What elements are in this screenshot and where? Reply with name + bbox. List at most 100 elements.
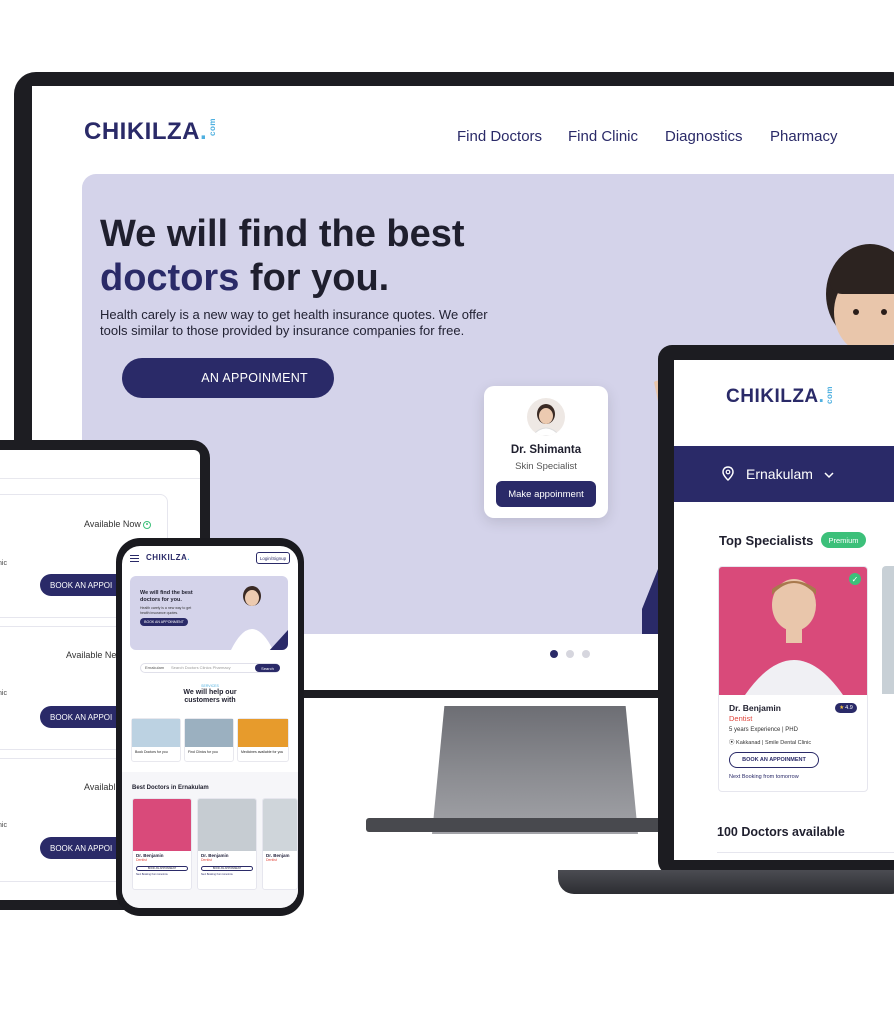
location-pin-icon <box>722 466 734 481</box>
clinic-text-fragment: nic <box>0 560 7 567</box>
hero-title-line1: We will find the best <box>100 213 465 255</box>
phone-search-bar[interactable]: Ernakulam Search Doctors Clinics Pharmac… <box>140 663 280 673</box>
premium-badge: Premium <box>821 532 866 548</box>
specialist-location: ⦿ Kakkanad | Smile Dental Clinic <box>729 738 811 746</box>
phone-doctor-card[interactable]: Dr. Benjamin Dentist BOOK AN APPOINMENT … <box>197 798 257 890</box>
carousel-dots <box>550 650 594 660</box>
verified-check-icon: ✓ <box>849 573 861 585</box>
laptop-screen: CHIKILZA.com Ernakulam Top Specialists P… <box>674 360 894 860</box>
logo-text: CHIKILZA <box>84 118 200 145</box>
specialist-experience: 5 years Experience | PHD <box>729 727 798 733</box>
hero-description: Health carely is a new way to get health… <box>100 307 488 338</box>
doctor-avatar-icon <box>531 404 561 436</box>
service-card[interactable]: Book Doctors for you <box>131 718 181 762</box>
specialist-role: Dentist <box>729 714 753 723</box>
nav-diagnostics[interactable]: Diagnostics <box>665 128 743 145</box>
laptop-logo[interactable]: CHIKILZA.com <box>726 386 834 408</box>
service-image <box>132 719 180 747</box>
nav-find-clinic[interactable]: Find Clinic <box>568 128 638 145</box>
doctor-card-specialty: Skin Specialist <box>515 461 577 472</box>
make-appointment-button[interactable]: Make appoinment <box>496 481 596 507</box>
phone-search-input[interactable]: Search Doctors Clinics Pharmacy <box>171 665 231 670</box>
phone-doctor-card[interactable]: Dr. Benjam Dentist <box>262 798 298 890</box>
doctor-name: Dr. Benjamin <box>201 853 229 858</box>
login-signup-button[interactable]: Login/Signup <box>256 552 290 564</box>
location-bar[interactable]: Ernakulam <box>674 446 894 502</box>
logo-dot: . <box>187 553 191 562</box>
logo-dot: . <box>199 118 208 145</box>
hero-title-rest: for you. <box>239 257 390 299</box>
star-icon: ★ <box>839 705 845 711</box>
location-select[interactable]: Ernakulam <box>746 466 813 482</box>
logo-text: CHIKILZA <box>726 386 819 407</box>
doctor-photo <box>198 799 256 851</box>
phone-doctor-card[interactable]: Dr. Benjamin Dentist BOOK AN APPOINMENT … <box>132 798 192 890</box>
menu-icon[interactable] <box>130 555 139 562</box>
brand-logo[interactable]: CHIKILZA.com <box>84 118 217 146</box>
specialist-book-button[interactable]: BOOK AN APPOINMENT <box>729 752 819 768</box>
specialist-card-peek[interactable] <box>882 566 894 694</box>
carousel-dot[interactable] <box>582 650 590 658</box>
clinic-text-fragment: nic <box>0 822 7 829</box>
divider <box>717 852 894 853</box>
divider <box>0 478 200 479</box>
service-card[interactable]: Medicines available for you <box>237 718 289 762</box>
rating-value: 4.9 <box>845 705 853 711</box>
rating-badge: ★ 4.9 <box>835 703 857 713</box>
doctor-card: Dr. Shimanta Skin Specialist Make appoin… <box>484 386 608 518</box>
service-label: Medicines available for you <box>241 750 284 754</box>
carousel-dot-active[interactable] <box>550 650 558 658</box>
status-dot-icon <box>143 520 152 529</box>
logo-suffix: com <box>825 386 835 404</box>
logo-text: CHIKILZA <box>146 553 188 562</box>
top-specialists-title: Top Specialists <box>719 533 814 548</box>
service-image <box>185 719 233 747</box>
service-label: Book Doctors for you <box>135 750 168 754</box>
availability-text: Available Now <box>84 519 141 529</box>
phone-hero-description: Health carely is a new way to get health… <box>140 606 192 615</box>
laptop-base <box>558 870 894 894</box>
book-appointment-button[interactable]: AN APPOINMENT <box>122 358 334 398</box>
specialist-location-text: Kakkanad | Smile Dental Clinic <box>736 740 812 746</box>
doctor-avatar <box>527 398 565 436</box>
phone-logo[interactable]: CHIKILZA. <box>146 553 190 562</box>
availability-label: Available Ne <box>66 650 117 660</box>
phone-location-select[interactable]: Ernakulam <box>145 665 164 670</box>
specialist-photo: ✓ <box>719 567 867 695</box>
availability-label: Availabl <box>84 782 116 792</box>
hero-title-highlight: doctors <box>100 257 240 299</box>
hero-title: We will find the best doctors for you. <box>100 212 465 300</box>
phone-search-button[interactable]: Search <box>255 664 280 672</box>
service-label: Find Clinics for you <box>188 750 218 754</box>
services-tag: SERVICES <box>201 684 219 688</box>
specialist-name: Dr. Benjamin <box>729 703 781 713</box>
doctor-role: Dentist <box>266 858 277 862</box>
phone-book-button[interactable]: BOOK AN APPOINMENT <box>140 618 188 626</box>
nav-pharmacy[interactable]: Pharmacy <box>770 128 838 145</box>
availability-label: Available Now <box>84 519 152 529</box>
carousel-dot[interactable] <box>566 650 574 658</box>
doctor-next-booking: Next Booking from tomorrow <box>136 873 168 876</box>
logo-suffix: com <box>208 118 218 136</box>
phone-hero-title: We will find the best doctors for you. <box>140 590 193 603</box>
chevron-down-icon <box>824 472 834 479</box>
doctor-name: Dr. Benjam <box>266 853 290 858</box>
nav-find-doctors[interactable]: Find Doctors <box>457 128 542 145</box>
service-image <box>238 719 288 747</box>
doctor-photo-icon <box>745 579 843 695</box>
clinic-text-fragment: nic <box>0 690 7 697</box>
specialist-card[interactable]: ✓ Dr. Benjamin ★ 4.9 Dentist 5 years Expe… <box>718 566 868 792</box>
doctor-role: Dentist <box>201 858 212 862</box>
monitor-stand-base <box>366 818 666 832</box>
doctor-photo-icon <box>231 586 288 650</box>
doctor-role: Dentist <box>136 858 147 862</box>
specialist-next-booking: Next Booking from tomorrow <box>729 774 799 780</box>
phone-screen: CHIKILZA. Login/Signup We will find the … <box>122 546 298 908</box>
logo-dot: . <box>818 386 825 407</box>
doctor-photo <box>263 799 297 851</box>
doctors-available-count: 100 Doctors available <box>717 825 845 839</box>
services-title: We will help our customers with <box>183 689 237 704</box>
doctor-card-name: Dr. Shimanta <box>510 444 582 456</box>
service-card[interactable]: Find Clinics for you <box>184 718 234 762</box>
doctor-name: Dr. Benjamin <box>136 853 164 858</box>
